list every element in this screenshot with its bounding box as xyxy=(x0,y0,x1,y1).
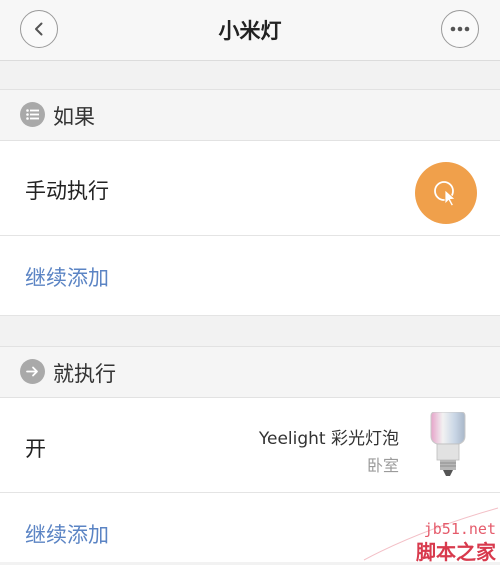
then-add-link[interactable]: 继续添加 xyxy=(25,519,109,549)
manual-trigger-label: 手动执行 xyxy=(25,179,109,203)
more-icon xyxy=(450,26,470,32)
if-section-header: 如果 xyxy=(0,89,500,141)
then-section-header: 就执行 xyxy=(0,346,500,398)
action-label: 开 xyxy=(25,437,46,461)
manual-trigger-row[interactable]: 手动执行 xyxy=(0,141,500,236)
page-title: 小米灯 xyxy=(218,19,282,43)
if-add-row[interactable]: 继续添加 xyxy=(0,236,500,316)
then-section-label: 就执行 xyxy=(53,362,116,386)
arrow-right-icon xyxy=(20,359,45,384)
device-room: 卧室 xyxy=(366,456,399,475)
bulb-icon xyxy=(430,412,466,476)
watermark-name: 脚本之家 xyxy=(416,540,496,564)
device-name: Yeelight 彩光灯泡 xyxy=(258,429,399,449)
more-button[interactable] xyxy=(441,10,479,48)
tap-execute-button[interactable] xyxy=(415,162,477,224)
action-row[interactable]: 开 Yeelight 彩光灯泡 卧室 xyxy=(0,398,500,493)
list-icon xyxy=(20,102,45,127)
navigation-bar: 小米灯 xyxy=(0,0,500,61)
if-add-link[interactable]: 继续添加 xyxy=(25,262,109,292)
if-section-label: 如果 xyxy=(53,105,95,129)
watermark: jb51.net 脚本之家 xyxy=(360,500,500,564)
tap-cursor-icon xyxy=(434,181,456,207)
